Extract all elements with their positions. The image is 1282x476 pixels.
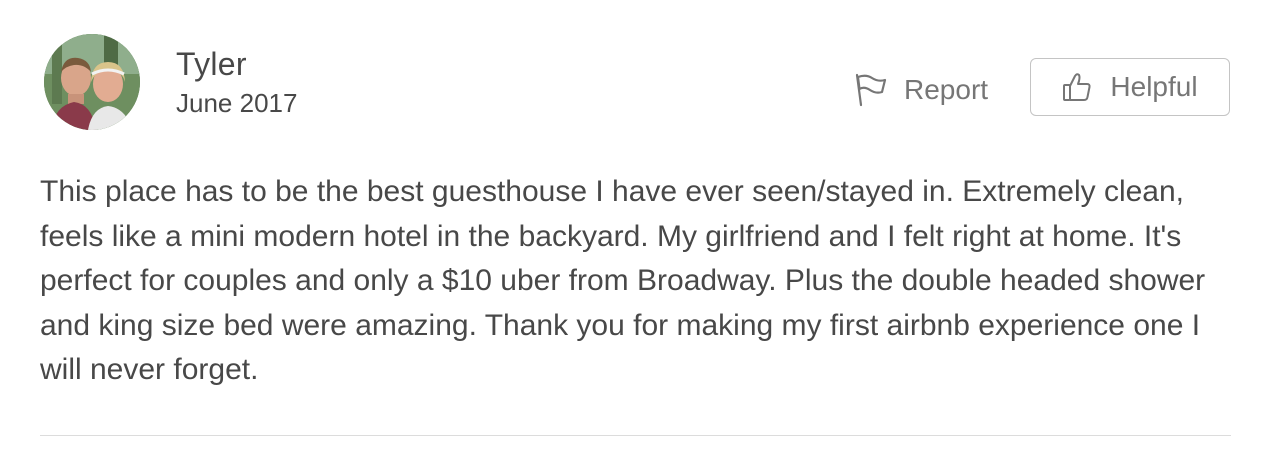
avatar[interactable] <box>44 34 140 130</box>
report-label: Report <box>904 74 989 105</box>
avatar-photo <box>44 34 140 130</box>
thumbs-up-icon <box>1062 72 1092 102</box>
helpful-button[interactable]: Helpful <box>1030 58 1230 116</box>
author-name[interactable]: Tyler <box>176 44 247 84</box>
report-button[interactable]: Report <box>852 68 988 112</box>
helpful-label: Helpful <box>1110 71 1198 102</box>
divider <box>40 435 1231 436</box>
review-text: This place has to be the best guesthouse… <box>40 175 1206 386</box>
review-card: Tyler June 2017 Report Helpful This plac… <box>0 0 1282 476</box>
flag-icon <box>852 72 888 108</box>
review-date: June 2017 <box>176 88 298 118</box>
